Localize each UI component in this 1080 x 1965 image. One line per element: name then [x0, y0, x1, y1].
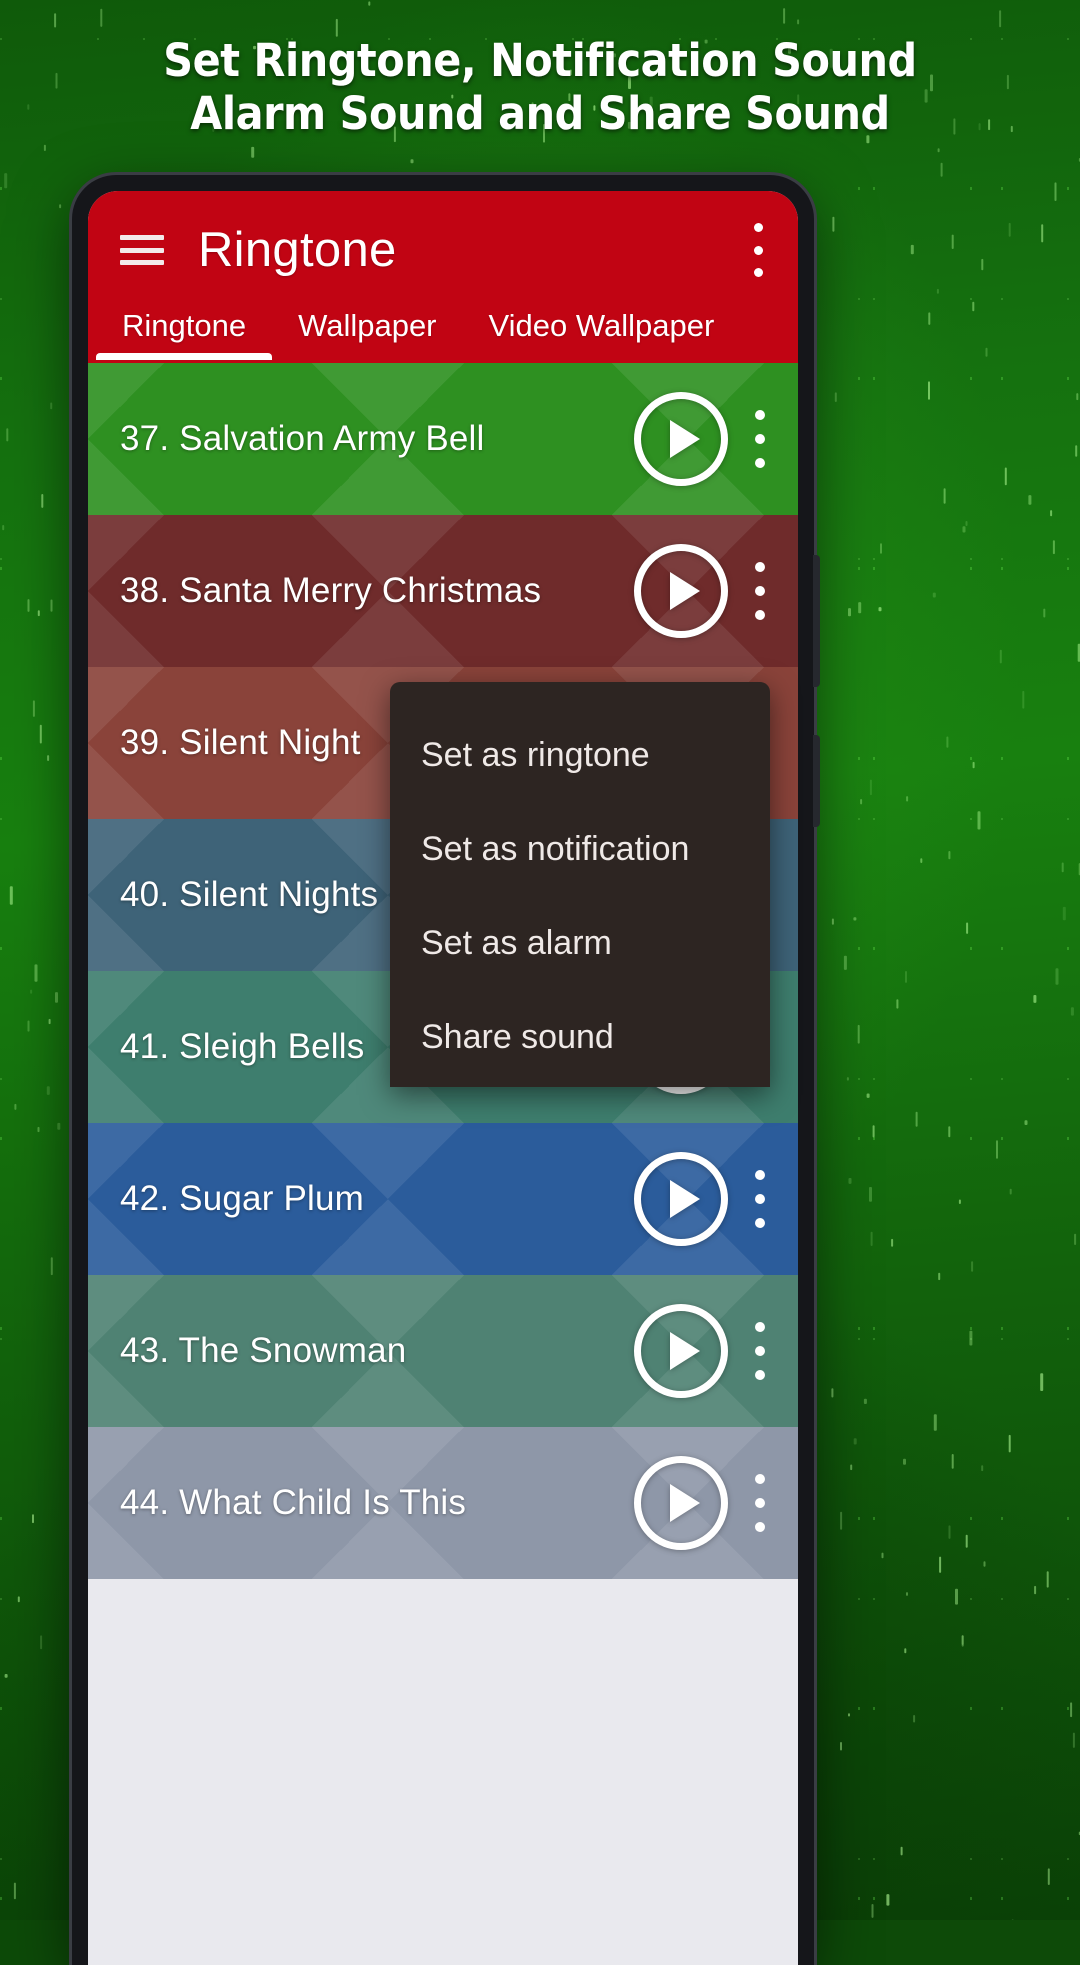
headline-line-1: Set Ringtone, Notification Sound [163, 34, 917, 87]
tab-ringtone[interactable]: Ringtone [96, 309, 273, 360]
overflow-menu-icon[interactable] [752, 223, 764, 277]
headline-line-2: Alarm Sound and Share Sound [190, 87, 890, 140]
overflow-dot [753, 268, 763, 277]
play-triangle [670, 1332, 700, 1370]
play-triangle [670, 420, 700, 458]
overflow-dot [753, 245, 763, 255]
overflow-dot [755, 586, 765, 596]
play-icon[interactable] [634, 392, 728, 486]
overflow-menu-icon[interactable] [754, 1170, 766, 1228]
play-triangle [670, 572, 700, 610]
menu-item-set-as-ringtone[interactable]: Set as ringtone [390, 708, 770, 802]
overflow-dot [755, 562, 765, 572]
overflow-dot [755, 410, 765, 420]
promo-headline: Set Ringtone, Notification Sound Alarm S… [43, 34, 1037, 140]
overflow-dot [755, 1370, 765, 1380]
menu-item-set-as-notification[interactable]: Set as notification [390, 802, 770, 896]
play-icon[interactable] [634, 1152, 728, 1246]
app-bar: Ringtone Ringtone Wallpaper Video Wallpape… [88, 191, 798, 363]
ringtone-row[interactable]: 38. Santa Merry Christmas [88, 515, 798, 667]
play-triangle [670, 1180, 700, 1218]
overflow-menu-icon[interactable] [754, 1322, 766, 1380]
overflow-dot [753, 223, 763, 232]
menu-item-share-sound[interactable]: Share sound [390, 990, 770, 1084]
overflow-dot [755, 1498, 765, 1508]
ringtone-title: 37. Salvation Army Bell [120, 419, 485, 458]
tab-video-wallpaper[interactable]: Video Wallpaper [463, 309, 741, 343]
overflow-menu-icon[interactable] [754, 562, 766, 620]
overflow-dot [755, 1322, 765, 1332]
overflow-dot [755, 610, 765, 620]
ringtone-row[interactable]: 42. Sugar Plum [88, 1123, 798, 1275]
play-icon[interactable] [634, 1304, 728, 1398]
overflow-dot [755, 1474, 765, 1484]
overflow-dot [755, 458, 765, 468]
ringtone-title: 44. What Child Is This [120, 1483, 467, 1522]
overflow-dot [755, 1522, 765, 1532]
overflow-menu-icon[interactable] [754, 410, 766, 468]
overflow-dot [755, 434, 765, 444]
play-icon[interactable] [634, 1456, 728, 1550]
page-title: Ringtone [198, 223, 397, 277]
phone-volume-button [813, 555, 820, 687]
app-bar-top-row: Ringtone [88, 191, 798, 309]
hamburger-bar [120, 247, 164, 253]
ringtone-title: 42. Sugar Plum [120, 1179, 365, 1218]
ringtone-row[interactable]: 43. The Snowman [88, 1275, 798, 1427]
phone-power-button [813, 735, 820, 827]
hamburger-bar [120, 235, 164, 240]
hamburger-bar [120, 260, 164, 265]
phone-mockup-frame: Ringtone Ringtone Wallpaper Video Wallpape… [72, 175, 820, 1965]
overflow-dot [755, 1346, 765, 1356]
menu-item-set-as-alarm[interactable]: Set as alarm [390, 896, 770, 990]
context-menu: Set as ringtone Set as notification Set as… [390, 682, 770, 1087]
hamburger-icon[interactable] [120, 235, 164, 265]
overflow-dot [755, 1170, 765, 1180]
ringtone-row[interactable]: 37. Salvation Army Bell [88, 363, 798, 515]
overflow-dot [755, 1194, 765, 1204]
ringtone-title: 43. The Snowman [120, 1331, 407, 1370]
ringtone-row[interactable]: 44. What Child Is This [88, 1427, 798, 1579]
play-icon[interactable] [634, 544, 728, 638]
ringtone-title: 38. Santa Merry Christmas [120, 571, 542, 610]
overflow-menu-icon[interactable] [754, 1474, 766, 1532]
play-triangle [670, 1484, 700, 1522]
tab-wallpaper[interactable]: Wallpaper [272, 309, 462, 343]
tab-bar: Ringtone Wallpaper Video Wallpaper [88, 309, 798, 363]
overflow-dot [755, 1218, 765, 1228]
